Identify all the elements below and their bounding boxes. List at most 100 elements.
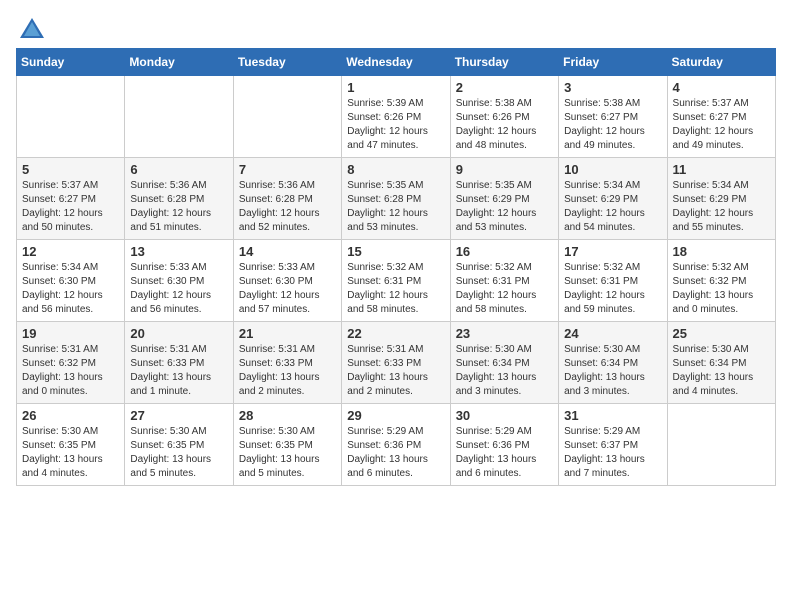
day-info: Sunrise: 5:31 AM Sunset: 6:33 PM Dayligh… xyxy=(239,343,336,399)
day-number: 17 xyxy=(564,244,661,259)
day-number: 21 xyxy=(239,326,336,341)
calendar-cell: 28Sunrise: 5:30 AM Sunset: 6:35 PM Dayli… xyxy=(233,404,341,486)
calendar-cell: 12 Sunrise: 5:34 AM Sunset: 6:30 PM Dayli… xyxy=(17,240,125,322)
day-info: Sunrise: 5:39 AM Sunset: 6:26 PM Dayligh… xyxy=(347,97,444,153)
day-number: 29 xyxy=(347,408,444,423)
day-info: Sunrise: 5:38 AM Sunset: 6:26 PM Dayligh… xyxy=(456,97,553,153)
day-info: Sunrise: 5:33 AM Sunset: 6:30 PM Dayligh… xyxy=(130,261,227,317)
day-info: Sunrise: 5:30 AM Sunset: 6:35 PM Dayligh… xyxy=(22,425,119,481)
calendar-cell: 29 Sunrise: 5:29 AM Sunset: 6:36 PM Dayli… xyxy=(342,404,450,486)
day-info: Sunrise: 5:29 AM Sunset: 6:37 PM Dayligh… xyxy=(564,425,661,481)
logo xyxy=(16,16,46,40)
day-info: Sunrise: 5:31 AM Sunset: 6:33 PM Dayligh… xyxy=(347,343,444,399)
day-number: 26 xyxy=(22,408,119,423)
day-number: 12 xyxy=(22,244,119,259)
weekday-header-sunday: Sunday xyxy=(17,49,125,76)
calendar-cell: 6 Sunrise: 5:36 AM Sunset: 6:28 PM Daylig… xyxy=(125,158,233,240)
day-number: 24 xyxy=(564,326,661,341)
day-info: Sunrise: 5:30 AM Sunset: 6:34 PM Dayligh… xyxy=(564,343,661,399)
calendar-cell: 31 Sunrise: 5:29 AM Sunset: 6:37 PM Dayli… xyxy=(559,404,667,486)
day-number: 18 xyxy=(673,244,770,259)
calendar-cell: 24 Sunrise: 5:30 AM Sunset: 6:34 PM Dayli… xyxy=(559,322,667,404)
day-number: 2 xyxy=(456,80,553,95)
day-info: Sunrise: 5:29 AM Sunset: 6:36 PM Dayligh… xyxy=(347,425,444,481)
calendar-cell: 25 Sunrise: 5:30 AM Sunset: 6:34 PM Dayli… xyxy=(667,322,775,404)
day-info: Sunrise: 5:32 AM Sunset: 6:31 PM Dayligh… xyxy=(347,261,444,317)
calendar-cell xyxy=(667,404,775,486)
day-info: Sunrise: 5:35 AM Sunset: 6:28 PM Dayligh… xyxy=(347,179,444,235)
day-info: Sunrise: 5:30 AM Sunset: 6:34 PM Dayligh… xyxy=(456,343,553,399)
calendar-cell: 21 Sunrise: 5:31 AM Sunset: 6:33 PM Dayli… xyxy=(233,322,341,404)
day-info: Sunrise: 5:37 AM Sunset: 6:27 PM Dayligh… xyxy=(673,97,770,153)
weekday-header-thursday: Thursday xyxy=(450,49,558,76)
weekday-header-friday: Friday xyxy=(559,49,667,76)
calendar-cell: 18 Sunrise: 5:32 AM Sunset: 6:32 PM Dayli… xyxy=(667,240,775,322)
calendar-cell: 2 Sunrise: 5:38 AM Sunset: 6:26 PM Daylig… xyxy=(450,76,558,158)
calendar-cell: 8 Sunrise: 5:35 AM Sunset: 6:28 PM Daylig… xyxy=(342,158,450,240)
day-number: 3 xyxy=(564,80,661,95)
week-row-1: 1 Sunrise: 5:39 AM Sunset: 6:26 PM Daylig… xyxy=(17,76,776,158)
day-number: 25 xyxy=(673,326,770,341)
week-row-2: 5 Sunrise: 5:37 AM Sunset: 6:27 PM Daylig… xyxy=(17,158,776,240)
day-info: Sunrise: 5:30 AM Sunset: 6:34 PM Dayligh… xyxy=(673,343,770,399)
day-number: 30 xyxy=(456,408,553,423)
calendar-cell xyxy=(233,76,341,158)
day-info: Sunrise: 5:35 AM Sunset: 6:29 PM Dayligh… xyxy=(456,179,553,235)
calendar-cell: 16 Sunrise: 5:32 AM Sunset: 6:31 PM Dayli… xyxy=(450,240,558,322)
day-number: 7 xyxy=(239,162,336,177)
day-number: 8 xyxy=(347,162,444,177)
day-info: Sunrise: 5:29 AM Sunset: 6:36 PM Dayligh… xyxy=(456,425,553,481)
day-info: Sunrise: 5:32 AM Sunset: 6:32 PM Dayligh… xyxy=(673,261,770,317)
calendar-cell: 20 Sunrise: 5:31 AM Sunset: 6:33 PM Dayli… xyxy=(125,322,233,404)
calendar-cell: 19Sunrise: 5:31 AM Sunset: 6:32 PM Dayli… xyxy=(17,322,125,404)
weekday-header-wednesday: Wednesday xyxy=(342,49,450,76)
day-number: 13 xyxy=(130,244,227,259)
day-number: 19 xyxy=(22,326,119,341)
calendar-cell: 22 Sunrise: 5:31 AM Sunset: 6:33 PM Dayli… xyxy=(342,322,450,404)
day-info: Sunrise: 5:34 AM Sunset: 6:30 PM Dayligh… xyxy=(22,261,119,317)
day-info: Sunrise: 5:31 AM Sunset: 6:33 PM Dayligh… xyxy=(130,343,227,399)
day-number: 5 xyxy=(22,162,119,177)
day-number: 15 xyxy=(347,244,444,259)
calendar-cell xyxy=(125,76,233,158)
day-info: Sunrise: 5:33 AM Sunset: 6:30 PM Dayligh… xyxy=(239,261,336,317)
calendar-cell xyxy=(17,76,125,158)
weekday-header-saturday: Saturday xyxy=(667,49,775,76)
calendar-table: SundayMondayTuesdayWednesdayThursdayFrid… xyxy=(16,48,776,486)
calendar-cell: 11 Sunrise: 5:34 AM Sunset: 6:29 PM Dayli… xyxy=(667,158,775,240)
calendar-cell: 7Sunrise: 5:36 AM Sunset: 6:28 PM Daylig… xyxy=(233,158,341,240)
day-info: Sunrise: 5:32 AM Sunset: 6:31 PM Dayligh… xyxy=(456,261,553,317)
day-number: 6 xyxy=(130,162,227,177)
page-header xyxy=(16,16,776,40)
weekday-header-tuesday: Tuesday xyxy=(233,49,341,76)
day-info: Sunrise: 5:36 AM Sunset: 6:28 PM Dayligh… xyxy=(130,179,227,235)
week-row-4: 19Sunrise: 5:31 AM Sunset: 6:32 PM Dayli… xyxy=(17,322,776,404)
calendar-cell: 3 Sunrise: 5:38 AM Sunset: 6:27 PM Daylig… xyxy=(559,76,667,158)
day-number: 20 xyxy=(130,326,227,341)
day-info: Sunrise: 5:37 AM Sunset: 6:27 PM Dayligh… xyxy=(22,179,119,235)
day-number: 11 xyxy=(673,162,770,177)
calendar-cell: 9Sunrise: 5:35 AM Sunset: 6:29 PM Daylig… xyxy=(450,158,558,240)
day-number: 16 xyxy=(456,244,553,259)
calendar-cell: 4Sunrise: 5:37 AM Sunset: 6:27 PM Daylig… xyxy=(667,76,775,158)
day-info: Sunrise: 5:34 AM Sunset: 6:29 PM Dayligh… xyxy=(564,179,661,235)
week-row-5: 26 Sunrise: 5:30 AM Sunset: 6:35 PM Dayli… xyxy=(17,404,776,486)
day-number: 31 xyxy=(564,408,661,423)
calendar-cell: 5 Sunrise: 5:37 AM Sunset: 6:27 PM Daylig… xyxy=(17,158,125,240)
calendar-cell: 13 Sunrise: 5:33 AM Sunset: 6:30 PM Dayli… xyxy=(125,240,233,322)
calendar-cell: 1 Sunrise: 5:39 AM Sunset: 6:26 PM Daylig… xyxy=(342,76,450,158)
day-info: Sunrise: 5:30 AM Sunset: 6:35 PM Dayligh… xyxy=(130,425,227,481)
day-number: 23 xyxy=(456,326,553,341)
day-info: Sunrise: 5:38 AM Sunset: 6:27 PM Dayligh… xyxy=(564,97,661,153)
calendar-cell: 17Sunrise: 5:32 AM Sunset: 6:31 PM Dayli… xyxy=(559,240,667,322)
calendar-cell: 26 Sunrise: 5:30 AM Sunset: 6:35 PM Dayli… xyxy=(17,404,125,486)
calendar-cell: 27Sunrise: 5:30 AM Sunset: 6:35 PM Dayli… xyxy=(125,404,233,486)
week-row-3: 12 Sunrise: 5:34 AM Sunset: 6:30 PM Dayli… xyxy=(17,240,776,322)
day-info: Sunrise: 5:34 AM Sunset: 6:29 PM Dayligh… xyxy=(673,179,770,235)
calendar-cell: 14 Sunrise: 5:33 AM Sunset: 6:30 PM Dayli… xyxy=(233,240,341,322)
day-number: 10 xyxy=(564,162,661,177)
calendar-cell: 23 Sunrise: 5:30 AM Sunset: 6:34 PM Dayli… xyxy=(450,322,558,404)
day-number: 1 xyxy=(347,80,444,95)
day-number: 14 xyxy=(239,244,336,259)
day-number: 22 xyxy=(347,326,444,341)
